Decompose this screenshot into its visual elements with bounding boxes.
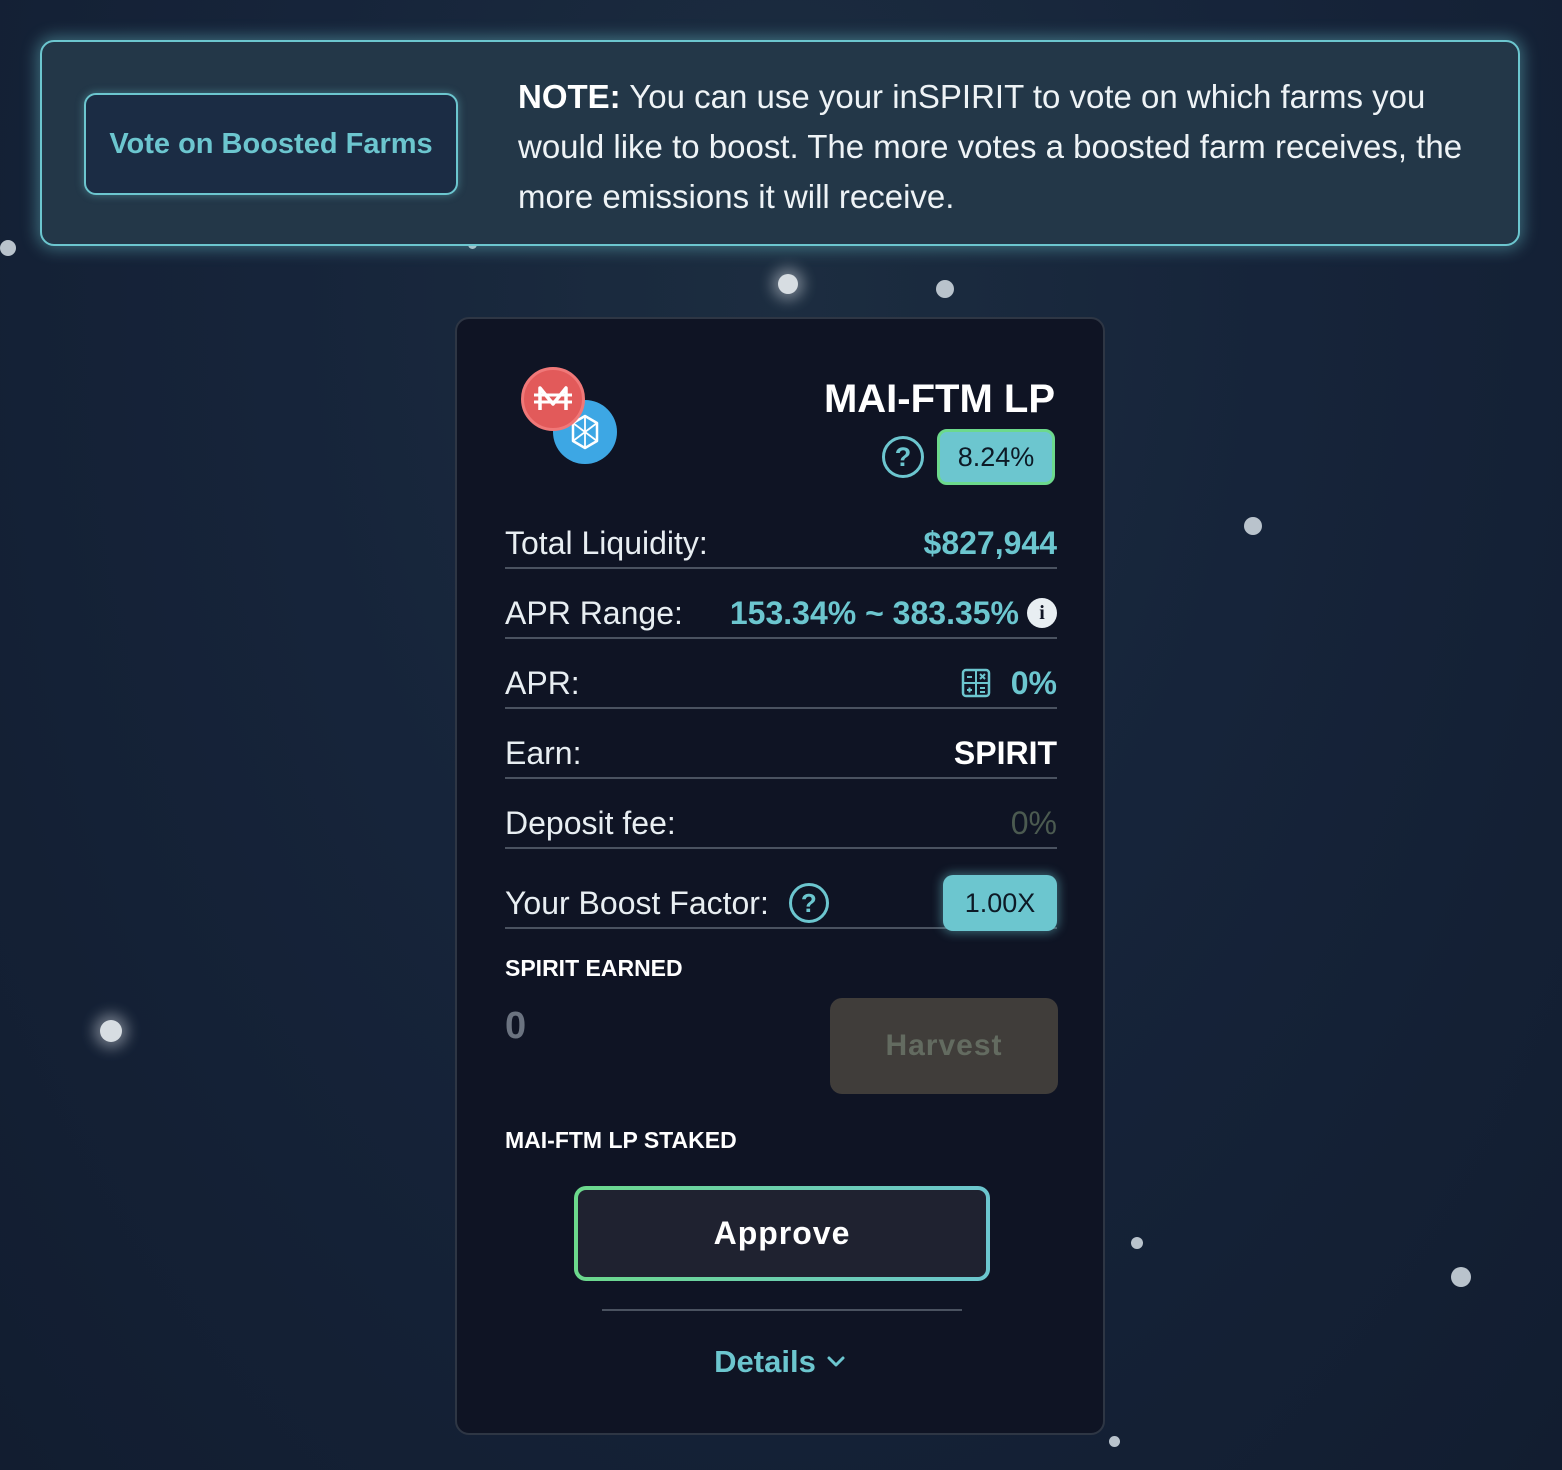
total-liquidity-value: $827,944 xyxy=(923,524,1057,561)
vote-on-boosted-farms-button[interactable]: Vote on Boosted Farms xyxy=(84,93,458,195)
note-body: You can use your inSPIRIT to vote on whi… xyxy=(518,78,1463,215)
background-particle xyxy=(936,280,954,298)
info-icon[interactable]: i xyxy=(1027,598,1057,628)
total-liquidity-label: Total Liquidity: xyxy=(505,524,708,561)
approve-button[interactable]: Approve xyxy=(574,1186,990,1281)
earn-label: Earn: xyxy=(505,734,582,771)
background-particle xyxy=(0,240,16,256)
background-particle xyxy=(1109,1436,1120,1447)
mai-token-icon xyxy=(521,367,585,431)
earn-row: Earn: SPIRIT xyxy=(505,729,1057,779)
boost-factor-badge: 1.00X xyxy=(943,875,1057,931)
details-divider xyxy=(602,1309,962,1311)
deposit-fee-label: Deposit fee: xyxy=(505,804,676,841)
details-label: Details xyxy=(714,1344,816,1379)
apr-value: 0% xyxy=(1010,664,1057,701)
deposit-fee-value: 0% xyxy=(1010,804,1057,841)
boost-help-icon[interactable]: ? xyxy=(788,883,829,923)
boost-vote-banner: Vote on Boosted Farms NOTE: You can use … xyxy=(40,40,1520,246)
details-toggle[interactable]: Details xyxy=(457,1344,1103,1380)
apr-label: APR: xyxy=(505,664,580,701)
chevron-down-icon xyxy=(827,1356,845,1367)
spirit-earned-amount: 0 xyxy=(505,1005,527,1047)
total-liquidity-row: Total Liquidity: $827,944 xyxy=(505,519,1057,569)
deposit-fee-row: Deposit fee: 0% xyxy=(505,799,1057,849)
apr-range-value: 153.34% ~ 383.35% xyxy=(729,594,1019,631)
boost-factor-label: Your Boost Factor: xyxy=(505,884,769,921)
farm-card: MAI-FTM LP ? 8.24% Total Liquidity: $827… xyxy=(455,317,1105,1435)
apr-row: APR: 0% xyxy=(505,659,1057,709)
apr-range-label: APR Range: xyxy=(505,594,683,631)
multiplier-badge: 8.24% xyxy=(937,429,1055,485)
boost-factor-row: Your Boost Factor: ? 1.00X xyxy=(505,875,1057,931)
farm-title: MAI-FTM LP xyxy=(823,377,1055,421)
apr-range-row: APR Range: 153.34% ~ 383.35% i xyxy=(505,589,1057,639)
harvest-button[interactable]: Harvest xyxy=(830,998,1058,1094)
calculator-icon[interactable] xyxy=(961,668,991,698)
background-particle xyxy=(778,274,798,294)
multiplier-help-icon[interactable]: ? xyxy=(882,436,924,478)
lp-staked-label: MAI-FTM LP STAKED xyxy=(505,1127,737,1153)
background-particle xyxy=(100,1020,122,1042)
background-particle xyxy=(1244,517,1262,535)
earn-value: SPIRIT xyxy=(953,734,1057,771)
background-particle xyxy=(1131,1237,1143,1249)
background-particle xyxy=(1451,1267,1471,1287)
spirit-earned-label: SPIRIT EARNED xyxy=(505,955,683,981)
note-prefix: NOTE: xyxy=(518,78,621,115)
boost-note-text: NOTE: You can use your inSPIRIT to vote … xyxy=(518,72,1488,222)
